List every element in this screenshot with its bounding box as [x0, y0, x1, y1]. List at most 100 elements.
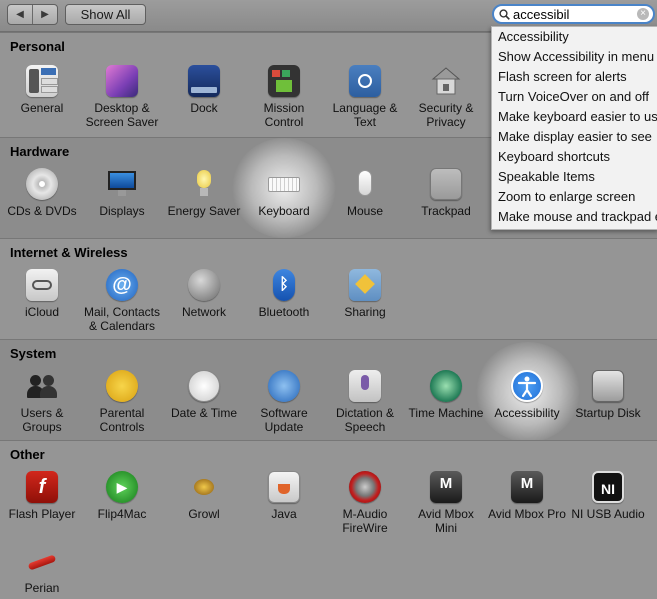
pane-label: CDs & DVDs: [7, 204, 77, 218]
pane-keyboard[interactable]: Keyboard: [244, 168, 324, 218]
mouse-icon: [349, 168, 381, 200]
pane-label: Bluetooth: [258, 305, 310, 319]
pane-label: Avid Mbox Pro: [488, 507, 566, 521]
lightbulb-icon: [188, 168, 220, 200]
pane-cds-dvds[interactable]: CDs & DVDs: [2, 168, 82, 218]
pane-label: Date & Time: [170, 406, 238, 420]
suggestion-item[interactable]: Show Accessibility in menu: [492, 47, 657, 67]
growl-icon: [188, 471, 220, 503]
pane-label: iCloud: [24, 305, 60, 319]
pane-label: Mail, Contacts & Calendars: [83, 305, 161, 333]
section-title-internet: Internet & Wireless: [10, 245, 128, 260]
pane-label: NI USB Audio: [571, 507, 645, 521]
microphone-icon: [349, 370, 381, 402]
suggestion-item[interactable]: Flash screen for alerts: [492, 67, 657, 87]
pane-label: Sharing: [344, 305, 386, 319]
pane-startup-disk[interactable]: Startup Disk: [568, 370, 648, 420]
pane-network[interactable]: Network: [164, 269, 244, 319]
pane-software-update[interactable]: Software Update: [244, 370, 324, 434]
pane-desktop-screen-saver[interactable]: Desktop & Screen Saver: [82, 65, 162, 129]
back-forward-group: ◀ ▶: [7, 4, 58, 25]
pane-sharing[interactable]: Sharing: [325, 269, 405, 319]
forward-button[interactable]: ▶: [32, 5, 57, 24]
clear-search-icon[interactable]: ×: [637, 8, 649, 20]
section-other: Other f Flash Player ▶ Flip4Mac Growl Ja…: [0, 440, 657, 599]
pane-m-audio-firewire[interactable]: M-Audio FireWire: [325, 471, 405, 535]
pane-label: Software Update: [260, 406, 308, 434]
pane-label: Accessibility: [494, 406, 560, 420]
pane-label: Energy Saver: [167, 204, 241, 218]
pane-security-privacy[interactable]: Security & Privacy: [406, 65, 486, 129]
pane-label: Desktop & Screen Saver: [85, 101, 159, 129]
search-input[interactable]: [513, 6, 631, 22]
trackpad-icon: [430, 168, 462, 200]
pane-flip4mac[interactable]: ▶ Flip4Mac: [82, 471, 162, 521]
disc-icon: [26, 168, 58, 200]
pane-label: Mouse: [346, 204, 384, 218]
time-machine-icon: [430, 370, 462, 402]
pane-time-machine[interactable]: Time Machine: [406, 370, 486, 420]
suggestion-item[interactable]: Make display easier to see: [492, 127, 657, 147]
pane-label: General: [20, 101, 64, 115]
pane-bluetooth[interactable]: ᛒ Bluetooth: [244, 269, 324, 319]
pane-energy-saver[interactable]: Energy Saver: [164, 168, 244, 218]
pane-mouse[interactable]: Mouse: [325, 168, 405, 218]
pane-label: Users & Groups: [20, 406, 64, 434]
suggestion-item[interactable]: Accessibility: [492, 27, 657, 47]
pane-date-time[interactable]: Date & Time: [164, 370, 244, 420]
display-icon: [106, 168, 138, 200]
pane-mission-control[interactable]: Mission Control: [244, 65, 324, 129]
suggestion-item[interactable]: Keyboard shortcuts: [492, 147, 657, 167]
pane-users-groups[interactable]: Users & Groups: [2, 370, 82, 434]
pane-growl[interactable]: Growl: [164, 471, 244, 521]
pane-label: Language & Text: [332, 101, 398, 129]
perian-knife-icon: [26, 545, 58, 577]
show-all-button[interactable]: Show All: [65, 4, 146, 25]
pane-language-text[interactable]: Language & Text: [325, 65, 405, 129]
at-sign-icon: @: [106, 269, 138, 301]
pane-label: Security & Privacy: [418, 101, 474, 129]
search-icon: [499, 8, 510, 20]
suggestion-item[interactable]: Speakable Items: [492, 167, 657, 187]
pane-avid-mbox-pro[interactable]: M Avid Mbox Pro: [487, 471, 567, 521]
pane-label: Displays: [99, 204, 145, 218]
pane-java[interactable]: Java: [244, 471, 324, 521]
pane-icloud[interactable]: iCloud: [2, 269, 82, 319]
pane-label: Startup Disk: [575, 406, 641, 420]
section-title-other: Other: [10, 447, 45, 462]
pane-label: Trackpad: [421, 204, 471, 218]
pane-general[interactable]: General: [2, 65, 82, 115]
pane-label: Flash Player: [8, 507, 76, 521]
pane-label: Dictation & Speech: [335, 406, 395, 434]
clock-icon: [188, 370, 220, 402]
flag-icon: [349, 65, 381, 97]
pane-label: M-Audio FireWire: [342, 507, 388, 535]
pane-flash-player[interactable]: f Flash Player: [2, 471, 82, 521]
pane-parental-controls[interactable]: Parental Controls: [82, 370, 162, 434]
pane-avid-mbox-mini[interactable]: M Avid Mbox Mini: [406, 471, 486, 535]
icloud-icon: [26, 269, 58, 301]
flash-icon: f: [26, 471, 58, 503]
pane-dictation-speech[interactable]: Dictation & Speech: [325, 370, 405, 434]
users-icon: [26, 370, 58, 402]
back-button[interactable]: ◀: [8, 5, 32, 24]
suggestion-item[interactable]: Make mouse and trackpad easier to use: [492, 207, 657, 227]
pane-perian[interactable]: Perian: [2, 545, 82, 595]
pane-accessibility[interactable]: Accessibility: [487, 370, 567, 420]
pane-dock[interactable]: Dock: [164, 65, 244, 115]
parental-controls-icon: [106, 370, 138, 402]
search-field[interactable]: ×: [492, 4, 655, 24]
pane-trackpad[interactable]: Trackpad: [406, 168, 486, 218]
pane-mail-contacts-calendars[interactable]: @ Mail, Contacts & Calendars: [82, 269, 162, 333]
suggestion-item[interactable]: Turn VoiceOver on and off: [492, 87, 657, 107]
suggestion-item[interactable]: Zoom to enlarge screen: [492, 187, 657, 207]
pane-label: Parental Controls: [99, 406, 145, 434]
suggestion-item[interactable]: Make keyboard easier to use: [492, 107, 657, 127]
house-lock-icon: [430, 65, 462, 97]
pane-ni-usb-audio[interactable]: NI NI USB Audio: [568, 471, 648, 521]
forward-arrow-icon: ▶: [41, 9, 49, 20]
pane-label: Growl: [188, 507, 220, 521]
search-suggestions-menu: Accessibility Show Accessibility in menu…: [491, 26, 657, 230]
pane-label: Time Machine: [408, 406, 484, 420]
pane-displays[interactable]: Displays: [82, 168, 162, 218]
